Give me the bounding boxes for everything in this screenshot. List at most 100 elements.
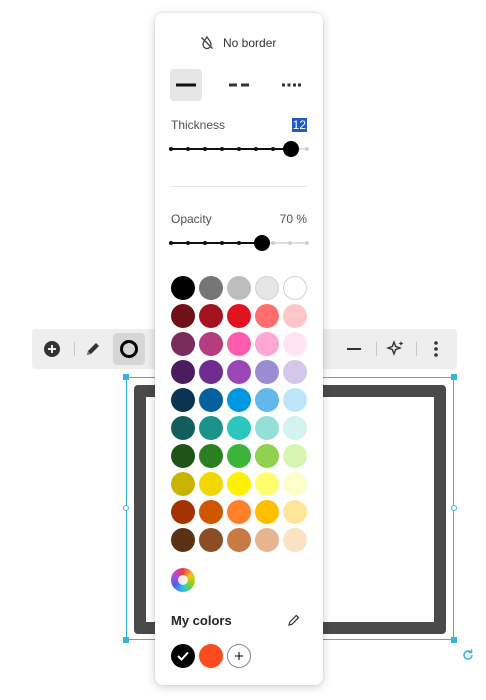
color-swatch[interactable]: [283, 388, 307, 412]
slider-tick: [220, 241, 224, 245]
color-swatch[interactable]: [227, 472, 251, 496]
line-style-solid[interactable]: [170, 69, 202, 101]
color-swatch[interactable]: [199, 332, 223, 356]
color-swatch[interactable]: [255, 472, 279, 496]
add-color-button[interactable]: [227, 644, 251, 668]
opacity-value: 70 %: [279, 212, 307, 226]
border-button[interactable]: [113, 333, 145, 365]
color-swatch[interactable]: [283, 416, 307, 440]
color-swatch[interactable]: [171, 304, 195, 328]
color-swatch[interactable]: [255, 304, 279, 328]
my-color-swatch[interactable]: [199, 644, 223, 668]
color-swatch[interactable]: [199, 472, 223, 496]
slider-tick: [271, 147, 275, 151]
color-swatch[interactable]: [283, 444, 307, 468]
color-swatch[interactable]: [171, 276, 195, 300]
resize-handle-top-right[interactable]: [451, 374, 457, 380]
color-swatch[interactable]: [227, 276, 251, 300]
color-swatch[interactable]: [283, 528, 307, 552]
slider-tick: [271, 241, 275, 245]
color-swatch[interactable]: [171, 416, 195, 440]
color-swatch[interactable]: [199, 500, 223, 524]
sparkle-icon: [386, 339, 404, 357]
slider-thumb[interactable]: [254, 235, 271, 251]
color-swatch[interactable]: [227, 304, 251, 328]
color-swatch[interactable]: [171, 332, 195, 356]
rotate-handle-icon[interactable]: [461, 648, 475, 665]
slider-tick: [237, 147, 241, 151]
color-swatch[interactable]: [199, 444, 223, 468]
color-swatch[interactable]: [255, 276, 279, 300]
color-swatch[interactable]: [255, 444, 279, 468]
color-swatch[interactable]: [171, 528, 195, 552]
color-swatch[interactable]: [199, 304, 223, 328]
thickness-value[interactable]: 12: [291, 118, 307, 132]
color-swatch[interactable]: [227, 332, 251, 356]
resize-handle-bottom-right[interactable]: [451, 637, 457, 643]
color-swatch[interactable]: [227, 388, 251, 412]
opacity-slider[interactable]: [169, 234, 309, 252]
color-swatch[interactable]: [255, 332, 279, 356]
check-icon: [177, 651, 189, 661]
no-border-icon: [201, 35, 213, 50]
dashed-line-icon: [229, 83, 249, 87]
slider-tick: [305, 147, 309, 151]
line-style-dotted[interactable]: [275, 69, 307, 101]
add-button[interactable]: [36, 333, 68, 365]
color-swatch[interactable]: [283, 304, 307, 328]
line-style-dashed[interactable]: [223, 69, 255, 101]
color-swatch[interactable]: [227, 500, 251, 524]
slider-tick: [288, 241, 292, 245]
resize-handle-right[interactable]: [451, 505, 457, 511]
pen-button[interactable]: [77, 333, 109, 365]
color-swatch[interactable]: [283, 276, 307, 300]
color-swatch[interactable]: [227, 444, 251, 468]
section-divider: [171, 186, 307, 187]
line-button[interactable]: [338, 333, 370, 365]
color-swatch[interactable]: [171, 500, 195, 524]
color-swatch[interactable]: [283, 360, 307, 384]
color-swatch[interactable]: [283, 332, 307, 356]
color-swatch[interactable]: [199, 416, 223, 440]
add-icon: [44, 341, 60, 357]
color-swatch[interactable]: [255, 388, 279, 412]
slider-tick: [220, 147, 224, 151]
my-color-swatch[interactable]: [171, 644, 195, 668]
color-swatch[interactable]: [199, 528, 223, 552]
color-swatch[interactable]: [283, 500, 307, 524]
line-icon: [347, 348, 361, 350]
color-swatch[interactable]: [227, 528, 251, 552]
color-swatch[interactable]: [255, 360, 279, 384]
slider-tick: [203, 147, 207, 151]
resize-handle-left[interactable]: [123, 505, 129, 511]
color-swatch[interactable]: [255, 500, 279, 524]
color-swatch[interactable]: [171, 444, 195, 468]
no-border-button[interactable]: No border: [199, 35, 276, 51]
pen-icon: [87, 343, 99, 355]
color-swatch[interactable]: [199, 360, 223, 384]
color-swatch[interactable]: [171, 388, 195, 412]
resize-handle-bottom-left[interactable]: [123, 637, 129, 643]
solid-line-icon: [176, 83, 196, 87]
edit-my-colors-button[interactable]: [287, 613, 303, 629]
color-swatch[interactable]: [171, 360, 195, 384]
color-swatch[interactable]: [255, 528, 279, 552]
color-swatch[interactable]: [227, 416, 251, 440]
ai-button[interactable]: [380, 333, 412, 365]
color-swatch[interactable]: [283, 472, 307, 496]
thickness-slider[interactable]: [169, 140, 309, 158]
color-swatch[interactable]: [255, 416, 279, 440]
color-swatch[interactable]: [171, 472, 195, 496]
my-colors-label: My colors: [171, 613, 232, 628]
color-swatch[interactable]: [227, 360, 251, 384]
color-wheel-icon[interactable]: [171, 568, 195, 592]
slider-tick: [237, 241, 241, 245]
color-swatch[interactable]: [199, 276, 223, 300]
slider-thumb[interactable]: [282, 141, 299, 157]
slider-tick: [169, 241, 173, 245]
color-swatch[interactable]: [199, 388, 223, 412]
border-icon: [120, 340, 138, 358]
border-style-popup: No border Thickness 12 Opacity 70 % My c…: [155, 13, 323, 685]
resize-handle-top-left[interactable]: [123, 374, 129, 380]
more-button[interactable]: [420, 333, 452, 365]
